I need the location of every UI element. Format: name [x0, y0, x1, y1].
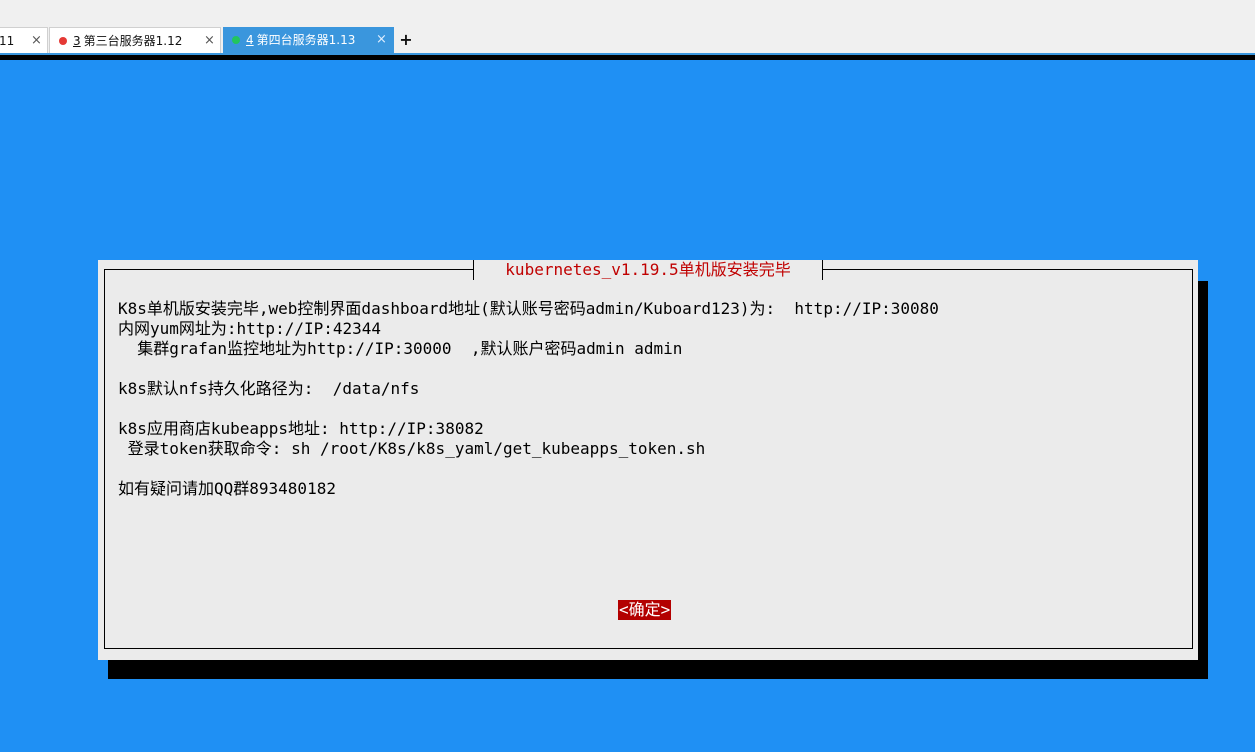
- tab-server-11[interactable]: 11 ×: [0, 27, 48, 53]
- tab-number: 4: [246, 33, 254, 47]
- tab-server-4[interactable]: 4 第四台服务器1.13 ×: [223, 27, 394, 53]
- tab-label: 第四台服务器1.13: [256, 33, 356, 47]
- tab-server-3[interactable]: 3 第三台服务器1.12 ×: [49, 27, 221, 53]
- dialog-title: kubernetes_v1.19.5单机版安装完毕: [473, 260, 823, 280]
- status-dot-icon: [232, 35, 240, 44]
- close-icon[interactable]: ×: [204, 28, 215, 54]
- new-tab-button[interactable]: +: [397, 27, 415, 53]
- tab-label-group: 3 第三台服务器1.12: [59, 28, 182, 54]
- status-dot-icon: [59, 36, 67, 45]
- tab-label-group: 4 第四台服务器1.13: [232, 27, 355, 53]
- close-icon[interactable]: ×: [31, 28, 42, 54]
- message-line: K8s单机版安装完毕,web控制界面dashboard地址(默认账号密码admi…: [118, 299, 939, 318]
- tab-number: 3: [73, 34, 81, 48]
- terminal-top-edge: [0, 55, 1255, 60]
- message-line: 集群grafan监控地址为http://IP:30000 ,默认账户密码admi…: [118, 339, 683, 358]
- message-line: 内网yum网址为:http://IP:42344: [118, 319, 382, 338]
- message-line: 登录token获取命令: sh /root/K8s/k8s_yaml/get_k…: [118, 439, 706, 458]
- tab-label: 第三台服务器1.12: [83, 34, 183, 48]
- message-line: k8s应用商店kubeapps地址: http://IP:38082: [118, 419, 484, 438]
- close-icon[interactable]: ×: [376, 27, 387, 53]
- tab-label: 11: [0, 34, 15, 48]
- ok-button[interactable]: <确定>: [618, 600, 672, 620]
- message-line: 如有疑问请加QQ群893480182: [118, 479, 336, 498]
- message-line: k8s默认nfs持久化路径为: /data/nfs: [118, 379, 420, 398]
